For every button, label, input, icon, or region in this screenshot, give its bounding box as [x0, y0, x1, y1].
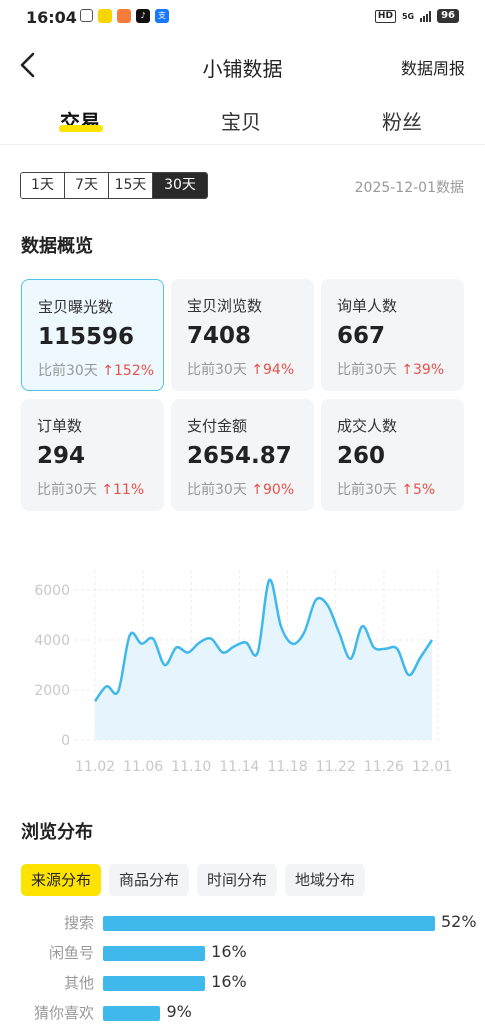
metric-label: 宝贝浏览数 [187, 297, 263, 315]
status-bar: 16:04 ♪ 支 HD 5G 96 [0, 0, 485, 34]
tab-region[interactable]: 地域分布 [285, 864, 366, 896]
metric-value: 115596 [38, 324, 135, 350]
distribution-row: 搜索 52% [0, 906, 485, 940]
distribution-percent: 16% [211, 942, 247, 961]
alipay-icon: 支 [155, 9, 169, 23]
distribution-label: 搜索 [63, 914, 94, 932]
metric-value: 260 [337, 443, 386, 469]
metric-card-orders[interactable]: 订单数 294 比前30天 ↑11% [21, 399, 164, 511]
metric-value: 2654.87 [187, 443, 292, 469]
metric-compare: 比前30天 ↑39% [337, 359, 444, 379]
metric-compare: 比前30天 ↑152% [38, 360, 154, 380]
metric-card-exposure[interactable]: 宝贝曝光数 115596 比前30天 ↑152% [21, 279, 164, 391]
weekly-report-link[interactable]: 数据周报 [401, 55, 465, 79]
range-30d[interactable]: 30天 [153, 173, 207, 198]
distribution-percent: 9% [166, 1002, 192, 1021]
range-1d[interactable]: 1天 [21, 173, 65, 198]
compare-label: 比前30天 [38, 363, 98, 379]
metric-compare: 比前30天 ↑11% [37, 479, 144, 499]
active-tab-underline [59, 125, 103, 132]
x-tick-label: 12.01 [412, 759, 452, 775]
range-7d[interactable]: 7天 [65, 173, 109, 198]
metric-label: 询单人数 [337, 297, 398, 315]
range-15d[interactable]: 15天 [109, 173, 153, 198]
metric-change: ↑11% [101, 482, 145, 498]
metric-label: 成交人数 [337, 417, 398, 435]
browse-title: 浏览分布 [21, 822, 93, 843]
xianyu-icon [98, 9, 112, 23]
signal-icon [420, 10, 432, 22]
notification-icons: ♪ 支 [80, 9, 169, 23]
distribution-bar [103, 976, 206, 991]
metric-card-inquiries[interactable]: 询单人数 667 比前30天 ↑39% [321, 279, 464, 391]
status-right: HD 5G 96 [374, 9, 459, 23]
tab-bar: 交易 宝贝 粉丝 [0, 100, 485, 145]
app-icon-orange [117, 9, 131, 23]
network-label: 5G [401, 11, 415, 21]
metric-value: 7408 [187, 323, 252, 349]
metric-change: ↑5% [401, 482, 436, 498]
metric-card-payment[interactable]: 支付金额 2654.87 比前30天 ↑90% [171, 399, 314, 511]
metric-change: ↑94% [251, 362, 295, 378]
compare-label: 比前30天 [337, 482, 397, 498]
y-tick-label: 6000 [34, 583, 70, 599]
app-icon [80, 9, 93, 22]
nav-bar: 小铺数据 数据周报 [0, 42, 485, 88]
tab-fans[interactable]: 粉丝 [382, 106, 422, 135]
metric-compare: 比前30天 ↑90% [187, 479, 294, 499]
x-tick-label: 11.06 [123, 759, 163, 775]
hd-icon: HD [374, 9, 396, 23]
distribution-percent: 16% [211, 972, 247, 991]
compare-label: 比前30天 [187, 482, 247, 498]
tab-product[interactable]: 商品分布 [109, 864, 190, 896]
metric-label: 订单数 [37, 417, 83, 435]
distribution-percent: 52% [441, 912, 477, 931]
x-tick-label: 11.18 [268, 759, 308, 775]
metric-label: 宝贝曝光数 [38, 298, 114, 316]
tab-source[interactable]: 来源分布 [21, 864, 102, 896]
metric-value: 667 [337, 323, 386, 349]
distribution-row: 闲鱼号 16% [0, 936, 485, 970]
tab-time[interactable]: 时间分布 [197, 864, 278, 896]
trend-chart[interactable]: 0 2000 4000 6000 11.02 11.06 11.10 11.14 11.18 11… [0, 560, 485, 785]
overview-title: 数据概览 [21, 236, 93, 257]
area-fill [95, 579, 432, 740]
distribution-label: 闲鱼号 [48, 944, 94, 962]
distribution-label: 猜你喜欢 [33, 1004, 94, 1022]
battery-icon: 96 [437, 9, 459, 23]
compare-label: 比前30天 [187, 362, 247, 378]
metric-change: ↑39% [401, 362, 445, 378]
y-tick-label: 0 [61, 733, 70, 749]
data-date: 2025-12-01数据 [354, 180, 464, 196]
x-tick-label: 11.10 [171, 759, 211, 775]
distribution-row: 猜你喜欢 9% [0, 996, 485, 1030]
distribution-bar [103, 946, 206, 961]
metric-compare: 比前30天 ↑5% [337, 479, 435, 499]
metric-compare: 比前30天 ↑94% [187, 359, 294, 379]
range-selector: 1天 7天 15天 30天 [20, 172, 208, 199]
tiktok-icon: ♪ [136, 9, 150, 23]
compare-label: 比前30天 [337, 362, 397, 378]
x-tick-label: 11.14 [219, 759, 259, 775]
metric-value: 294 [37, 443, 86, 469]
distribution-bar [103, 1006, 161, 1021]
x-tick-label: 11.02 [75, 759, 115, 775]
metric-label: 支付金额 [187, 417, 248, 435]
x-tick-label: 11.22 [316, 759, 356, 775]
x-tick-label: 11.26 [364, 759, 404, 775]
metric-change: ↑90% [251, 482, 295, 498]
distribution-label: 其他 [63, 974, 94, 992]
distribution-row: 其他 16% [0, 966, 485, 1000]
metric-card-buyers[interactable]: 成交人数 260 比前30天 ↑5% [321, 399, 464, 511]
metric-card-views[interactable]: 宝贝浏览数 7408 比前30天 ↑94% [171, 279, 314, 391]
distribution-bar [103, 916, 435, 931]
y-tick-label: 2000 [34, 683, 70, 699]
y-tick-label: 4000 [34, 633, 70, 649]
tab-items[interactable]: 宝贝 [221, 106, 261, 135]
status-time: 16:04 [26, 8, 77, 27]
metric-change: ↑152% [102, 363, 155, 379]
compare-label: 比前30天 [37, 482, 97, 498]
distribution-tabs: 来源分布 商品分布 时间分布 地域分布 [21, 864, 366, 896]
